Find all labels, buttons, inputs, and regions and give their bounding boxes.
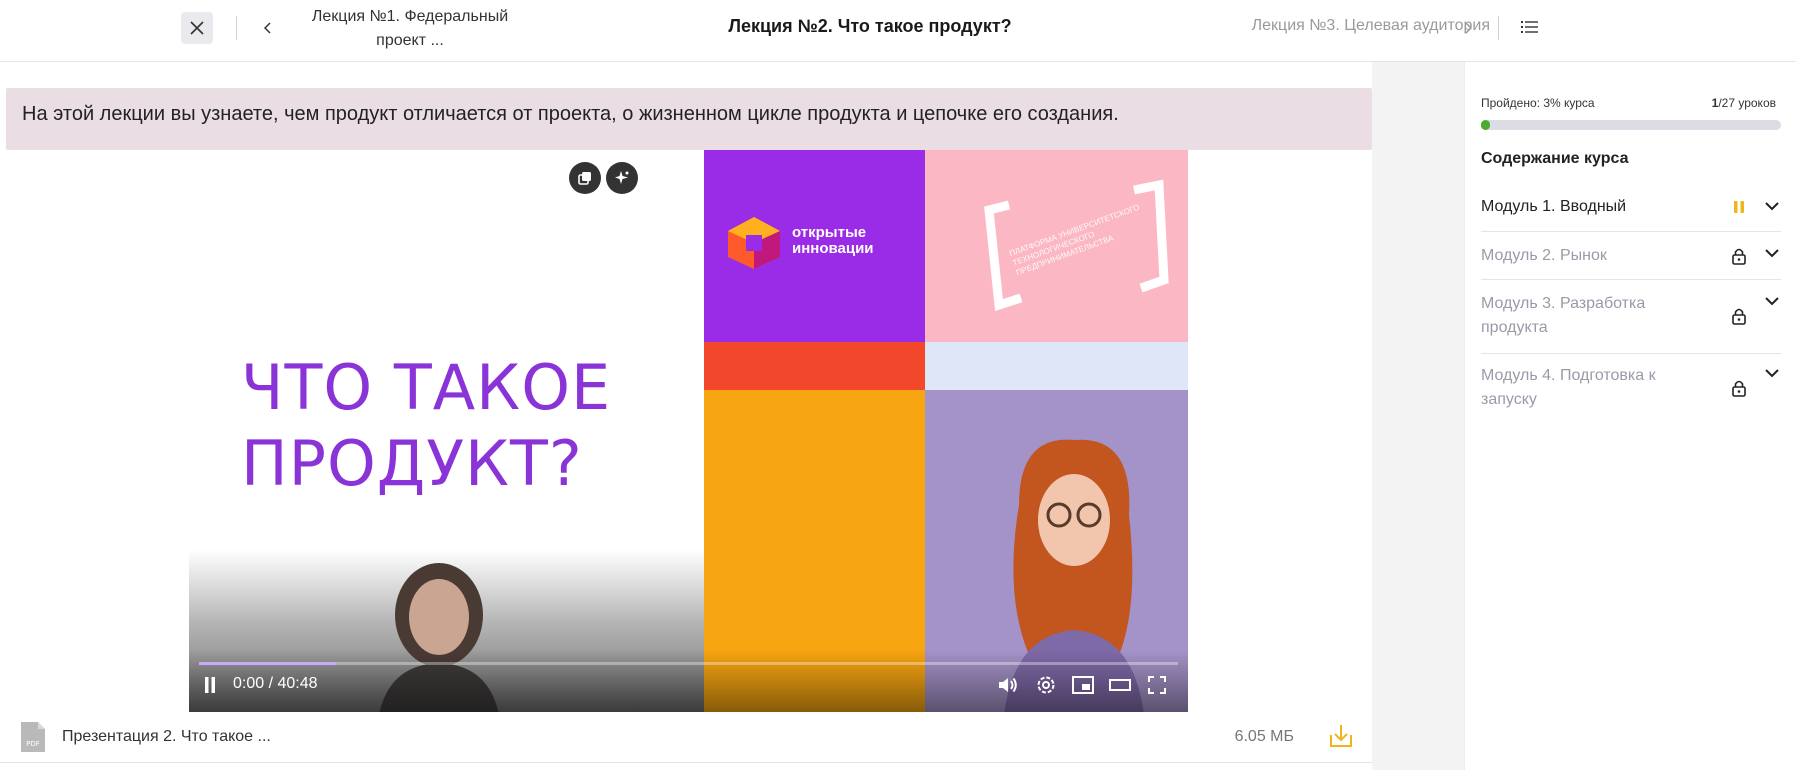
ai-summary-button[interactable] [606, 162, 638, 194]
copy-link-icon [578, 172, 591, 185]
download-icon [1330, 725, 1352, 747]
lock-icon [1732, 308, 1746, 325]
chevron-down-icon [1765, 296, 1779, 305]
list-menu-icon [1521, 21, 1538, 33]
download-button[interactable] [1328, 723, 1354, 749]
module-item-1[interactable]: Модуль 1. Вводный [1481, 182, 1781, 232]
slide-title-line-1: ЧТО ТАКОЕ [241, 351, 612, 424]
module-label: Модуль 4. Подготовка к запуску [1481, 367, 1656, 408]
previous-lecture-button[interactable] [260, 18, 276, 38]
logo-text-line-2: инновации [792, 240, 874, 257]
course-progress-fill [1481, 120, 1490, 130]
red-block [704, 342, 925, 390]
course-sidebar: Пройдено: 3% курса 1/27 уроков Содержани… [1464, 62, 1796, 770]
close-button[interactable] [181, 12, 213, 44]
theater-icon [1109, 679, 1131, 691]
attachment-name[interactable]: Презентация 2. Что такое ... [62, 728, 271, 746]
module-label: Модуль 3. Разработка продукта [1481, 295, 1646, 336]
sidebar-gap [1372, 62, 1464, 770]
chevron-right-icon [1465, 22, 1472, 34]
module-label: Модуль 1. Вводный [1481, 198, 1627, 215]
attachment-row: PDF Презентация 2. Что такое ... 6.05 МБ [0, 715, 1372, 763]
lock-icon [1732, 380, 1746, 397]
logo-text: открытые инновации [792, 225, 874, 257]
attachment-size: 6.05 МБ [1234, 728, 1294, 745]
divider [1498, 16, 1499, 40]
chevron-down-icon [1765, 201, 1779, 210]
miniplayer-button[interactable] [1070, 672, 1096, 698]
video-time: 0:00 / 40:48 [233, 675, 318, 692]
video-buffer-fill [199, 662, 337, 665]
theater-mode-button[interactable] [1107, 672, 1133, 698]
course-progress-label: Пройдено: 3% курса [1481, 96, 1595, 110]
sparkle-icon [615, 171, 629, 184]
fullscreen-button[interactable] [1144, 672, 1170, 698]
module-item-3[interactable]: Модуль 3. Разработка продукта [1481, 280, 1781, 354]
in-progress-icon [1734, 201, 1744, 213]
cube-logo-icon [728, 217, 780, 269]
volume-button[interactable] [995, 672, 1021, 698]
close-icon [190, 21, 204, 35]
module-status [1729, 378, 1749, 398]
lock-icon [1732, 248, 1746, 265]
module-status [1729, 246, 1749, 266]
lessons-total: /27 уроков [1718, 96, 1776, 110]
platform-logo: платформа университетского технологическ… [969, 170, 1169, 320]
open-innovations-logo: открытые инновации [724, 215, 914, 275]
settings-icon [1037, 676, 1055, 694]
pdf-file-icon: PDF [21, 722, 45, 752]
pause-icon [205, 677, 215, 693]
course-progress-bar [1481, 120, 1781, 130]
miniplayer-icon [1072, 676, 1094, 694]
lessons-count: 1/27 уроков [1712, 96, 1776, 110]
chevron-down-icon [1765, 368, 1779, 377]
expand-module-2[interactable] [1763, 244, 1781, 262]
contents-title: Содержание курса [1481, 150, 1629, 167]
copy-link-button[interactable] [569, 162, 601, 194]
chevron-left-icon [264, 22, 271, 34]
next-lecture-link[interactable]: Лекция №3. Целевая аудитория [1200, 17, 1490, 35]
expand-module-1[interactable] [1763, 197, 1781, 215]
video-progress-bar[interactable] [199, 662, 1178, 665]
slide-panel: ЧТО ТАКОЕ ПРОДУКТ? [189, 150, 704, 712]
top-bar: Лекция №1. Федеральный проект ... Лекция… [0, 0, 1796, 62]
module-label: Модуль 2. Рынок [1481, 247, 1607, 264]
module-status [1729, 197, 1749, 217]
volume-icon [999, 677, 1017, 693]
light-block [925, 342, 1188, 390]
module-item-2[interactable]: Модуль 2. Рынок [1481, 232, 1781, 280]
fullscreen-icon [1148, 676, 1166, 694]
module-status [1729, 306, 1749, 326]
pdf-label: PDF [26, 740, 40, 748]
pause-button[interactable] [199, 672, 221, 698]
slide-title: ЧТО ТАКОЕ ПРОДУКТ? [241, 350, 611, 502]
module-item-4[interactable]: Модуль 4. Подготовка к запуску [1481, 354, 1781, 426]
current-lecture-title: Лекция №2. Что такое продукт? [728, 16, 1012, 36]
previous-lecture-link[interactable]: Лекция №1. Федеральный проект ... [300, 5, 520, 53]
video-player[interactable]: ЧТО ТАКОЕ ПРОДУКТ? открытые инновации ПЛ… [189, 150, 1188, 712]
lesson-intro-banner: На этой лекции вы узнаете, чем продукт о… [6, 88, 1372, 150]
next-lecture-button[interactable] [1460, 18, 1476, 38]
divider [236, 16, 237, 40]
slide-title-line-2: ПРОДУКТ? [241, 427, 583, 500]
expand-module-4[interactable] [1763, 364, 1781, 382]
chevron-down-icon [1765, 248, 1779, 257]
settings-button[interactable] [1033, 672, 1059, 698]
expand-module-3[interactable] [1763, 292, 1781, 310]
course-menu-button[interactable] [1520, 18, 1542, 38]
logo-text-line-1: открытые [792, 224, 867, 241]
